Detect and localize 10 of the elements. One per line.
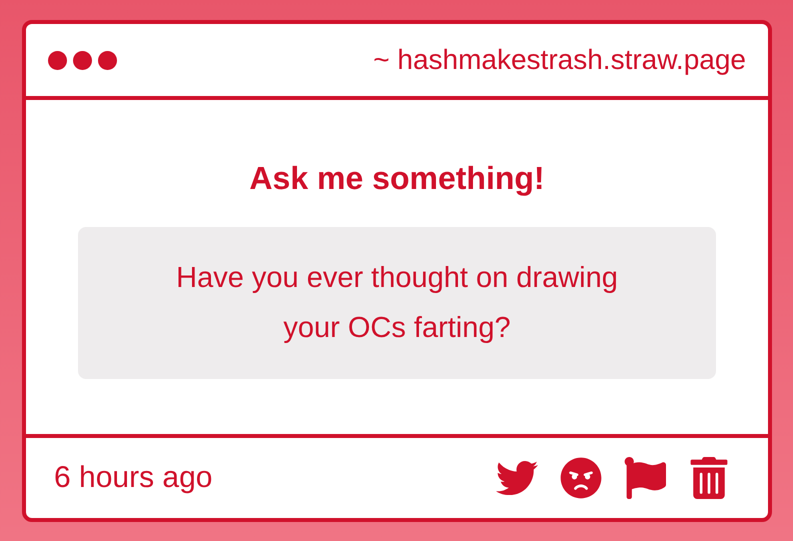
window-dot [73, 50, 92, 70]
timestamp: 6 hours ago [54, 461, 212, 495]
window-dot [98, 50, 117, 70]
window-dot [48, 50, 67, 70]
angry-face-button[interactable] [560, 457, 602, 499]
flag-button[interactable] [624, 457, 666, 499]
trash-button[interactable] [688, 457, 730, 499]
question-text: Have you ever thought on drawing your OCs farting? [175, 261, 619, 346]
page-url: ~ hashmakestrash.straw.page [373, 44, 746, 76]
prompt-title: Ask me something! [249, 160, 545, 197]
